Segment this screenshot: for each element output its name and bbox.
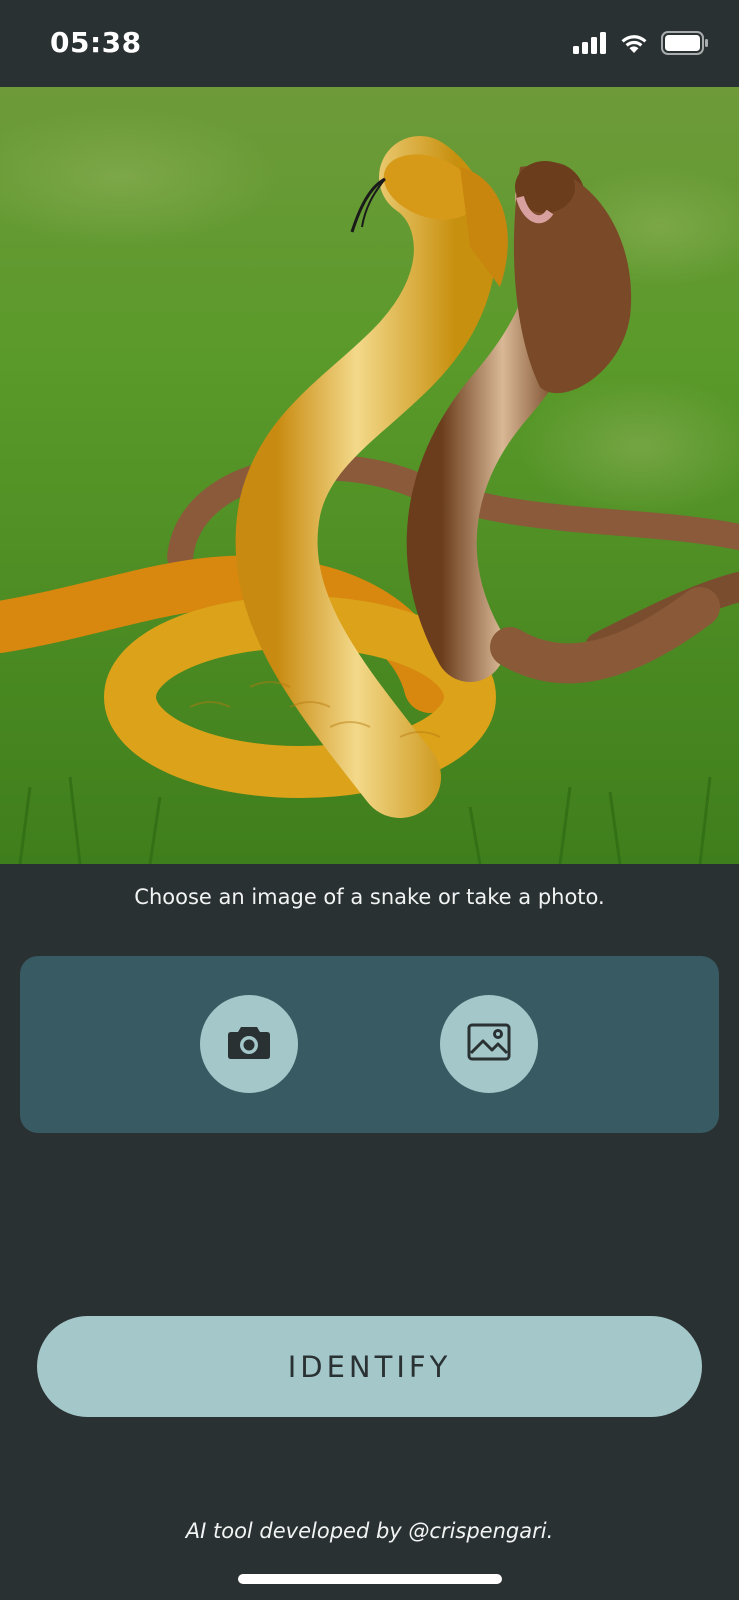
image-source-panel xyxy=(20,956,719,1133)
snake-photo xyxy=(0,87,739,864)
image-icon xyxy=(467,1023,511,1065)
status-bar: 05:38 xyxy=(0,0,739,87)
status-time: 05:38 xyxy=(50,26,142,59)
instruction-text: Choose an image of a snake or take a pho… xyxy=(134,885,605,909)
wifi-icon xyxy=(619,32,649,58)
identify-button[interactable]: IDENTIFY xyxy=(37,1316,702,1417)
status-icons xyxy=(573,31,709,59)
take-photo-button[interactable] xyxy=(200,995,298,1093)
signal-icon xyxy=(573,32,607,58)
camera-icon xyxy=(227,1024,271,1064)
identify-button-label: IDENTIFY xyxy=(287,1349,452,1384)
home-indicator[interactable] xyxy=(238,1574,502,1584)
battery-icon xyxy=(661,31,709,59)
footer-credit: AI tool developed by @crispengari. xyxy=(185,1519,554,1543)
choose-image-button[interactable] xyxy=(440,995,538,1093)
